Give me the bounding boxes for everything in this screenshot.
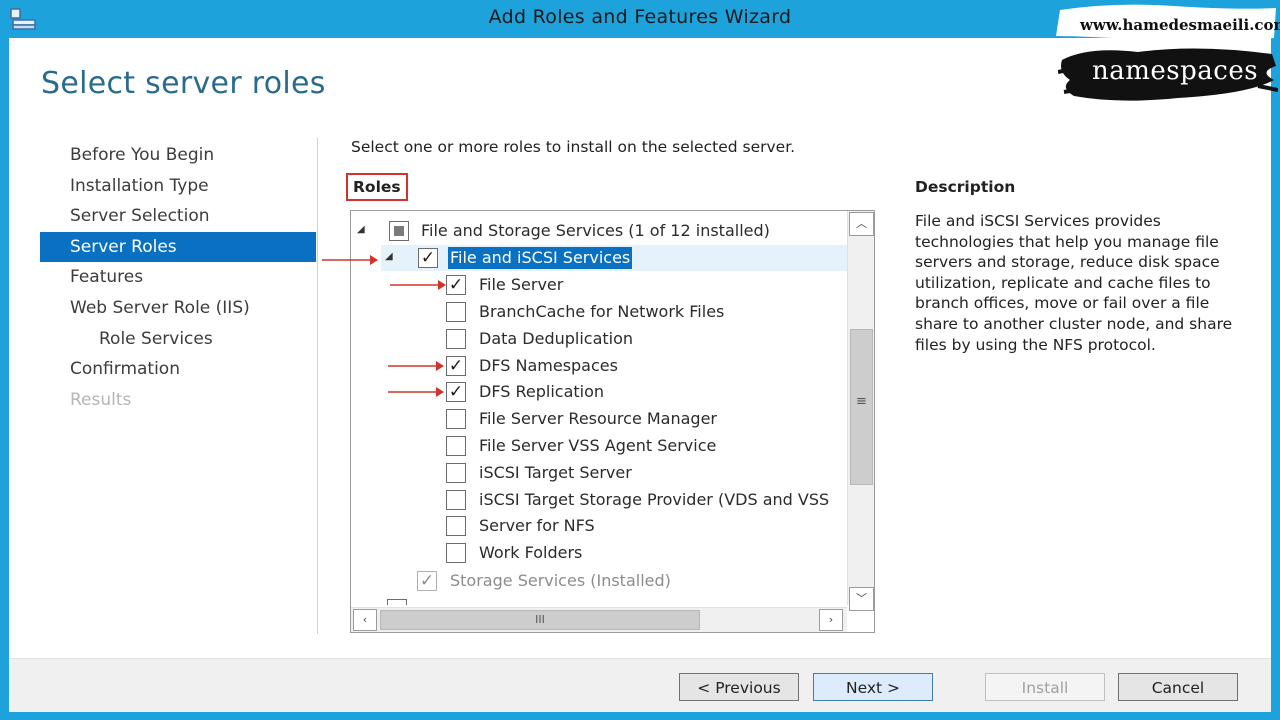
checkbox-partially-hidden [387,599,407,605]
horizontal-scrollbar-thumb[interactable]: III [380,610,700,630]
annotation-arrow [322,255,378,265]
checkbox-work-folders[interactable] [446,543,466,563]
triangle-expander-icon[interactable]: ◢ [357,224,369,236]
checkbox-vss-agent[interactable] [446,436,466,456]
watermark-url: www.hamedesmaeili.com [1080,16,1280,34]
tree-label: Server for NFS [479,516,595,535]
watermark: www.hamedesmaeili.com namespaces [1056,0,1280,110]
nav-item-before-you-begin[interactable]: Before You Begin [40,140,316,171]
tree-label: File Server VSS Agent Service [479,436,717,455]
checkbox-branchcache[interactable] [446,302,466,322]
roles-tree: ◢ File and Storage Services (1 of 12 ins… [350,210,875,633]
nav-divider [317,138,318,634]
checkbox-data-deduplication[interactable] [446,329,466,349]
instructions-text: Select one or more roles to install on t… [351,138,796,156]
tree-label: BranchCache for Network Files [479,302,725,321]
checkbox-dfs-replication[interactable]: ✓ [446,382,466,402]
install-button: Install [985,673,1105,701]
tree-label: Storage Services (Installed) [450,571,671,590]
roles-tree-viewport: ◢ File and Storage Services (1 of 12 ins… [351,211,847,605]
tree-label: iSCSI Target Server [479,463,632,482]
checkbox-iscsi-target-server[interactable] [446,463,466,483]
cancel-button[interactable]: Cancel [1118,673,1238,701]
wizard-nav: Before You Begin Installation Type Serve… [40,140,316,415]
checkbox-storage-services: ✓ [417,571,437,591]
roles-label: Roles [346,173,408,201]
tree-label: DFS Namespaces [479,356,618,375]
triangle-expander-icon[interactable]: ◢ [385,251,397,263]
horizontal-scrollbar[interactable]: ‹ III › [351,607,847,632]
next-button[interactable]: Next > [813,673,933,701]
wizard-footer: < Previous Next > Install Cancel [9,659,1271,712]
watermark-word: namespaces [1092,56,1259,86]
nav-item-installation-type[interactable]: Installation Type [40,171,316,202]
nav-item-server-roles[interactable]: Server Roles [40,231,316,263]
chevron-left-icon[interactable]: ‹ [353,609,377,631]
previous-button[interactable]: < Previous [679,673,799,701]
description-heading: Description [915,178,1016,196]
tree-label: File and Storage Services (1 of 12 insta… [421,221,770,240]
scrollbar-thumb[interactable]: ≡ [850,329,873,485]
annotation-arrow [388,387,444,397]
nav-item-web-server-role[interactable]: Web Server Role (IIS) [40,293,316,324]
checkbox-file-storage-services[interactable] [389,221,409,241]
checkbox-file-iscsi-services[interactable]: ✓ [418,248,438,268]
nav-item-results: Results [70,389,132,410]
nav-item-role-services[interactable]: Role Services [40,324,316,355]
page-title: Select server roles [41,66,326,101]
chevron-right-icon[interactable]: › [819,609,843,631]
tree-label: File Server Resource Manager [479,409,718,428]
wizard-window: Select server roles Before You Begin Ins… [9,38,1271,712]
checkbox-server-for-nfs[interactable] [446,516,466,536]
tree-label: DFS Replication [479,382,605,401]
chevron-down-icon[interactable]: ﹀ [849,587,874,611]
nav-item-server-selection[interactable]: Server Selection [40,201,316,232]
tree-row-file-iscsi-services[interactable]: ◢ ✓ File and iSCSI Services [381,245,847,271]
tree-row-file-storage-services[interactable]: ◢ File and Storage Services (1 of 12 ins… [351,218,847,244]
description-text: File and iSCSI Services provides technol… [915,212,1233,354]
checkbox-file-server[interactable]: ✓ [446,275,466,295]
chevron-up-icon[interactable]: ︿ [849,212,874,236]
tree-label: Work Folders [479,543,583,562]
checkbox-dfs-namespaces[interactable]: ✓ [446,356,466,376]
annotation-arrow [388,361,444,371]
annotation-arrow [390,280,446,290]
vertical-scrollbar[interactable]: ︿ ≡ ﹀ [847,211,874,611]
tree-label: iSCSI Target Storage Provider (VDS and V… [479,490,830,509]
nav-item-confirmation[interactable]: Confirmation [40,354,316,385]
tree-label: File Server [479,275,564,294]
tree-label: Data Deduplication [479,329,634,348]
checkbox-iscsi-storage-provider[interactable] [446,490,466,510]
checkbox-fsrm[interactable] [446,409,466,429]
nav-item-features[interactable]: Features [40,262,316,293]
tree-label: File and iSCSI Services [448,247,633,269]
